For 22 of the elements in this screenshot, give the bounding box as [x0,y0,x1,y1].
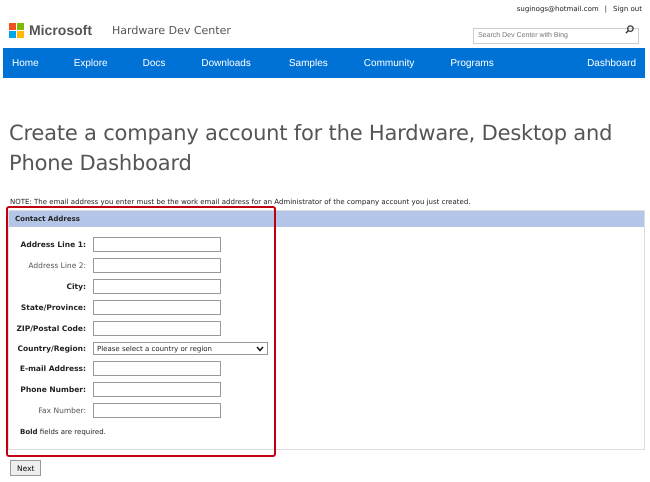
input-field[interactable] [93,300,221,315]
input-field[interactable] [93,403,221,418]
page-title: Create a company account for the Hardware, Desktop and Phone Dashboard [9,120,614,177]
input-field[interactable] [93,258,221,273]
site-title: Hardware Dev Center [112,24,231,36]
input-field[interactable] [93,361,221,376]
nav-link[interactable]: Home [12,58,39,68]
logo-text: Microsoft [29,22,92,38]
nav-link[interactable]: Docs [142,58,166,68]
search-icon[interactable] [625,25,634,34]
nav-link[interactable]: Downloads [201,58,251,68]
logo-icon [9,22,24,38]
nav-link[interactable]: Programs [450,58,494,68]
chevron-icon [256,346,264,352]
input-field[interactable] [93,237,221,252]
nav-link[interactable]: Community [364,58,414,68]
input-field[interactable] [93,279,221,294]
nav-link[interactable]: Samples [288,58,328,68]
input-field[interactable] [93,321,221,336]
nav-link[interactable]: Explore [74,58,108,68]
nav-link[interactable]: Dashboard [587,58,636,68]
input-field[interactable] [93,382,221,397]
